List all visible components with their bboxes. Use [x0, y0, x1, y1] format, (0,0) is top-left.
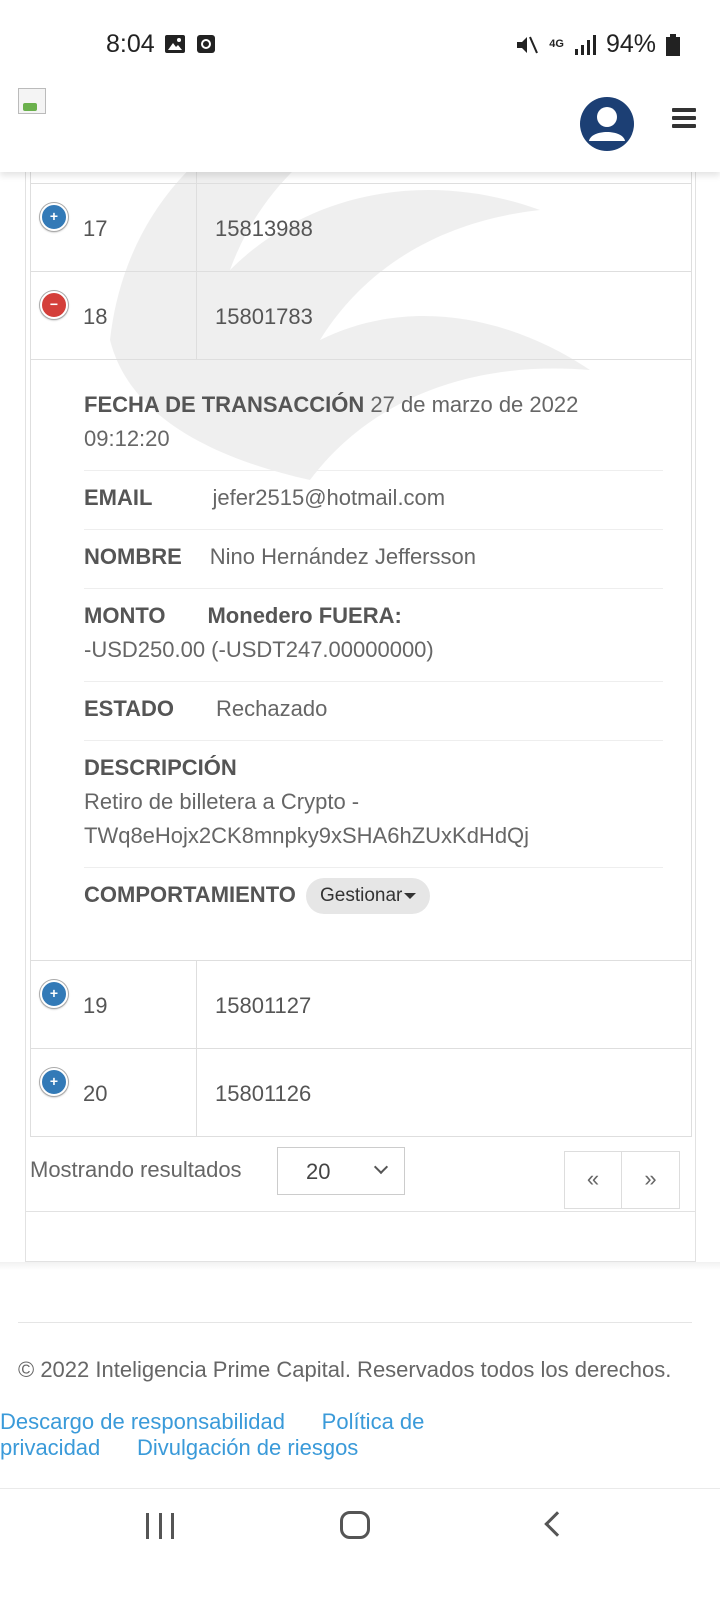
row-number: 18 — [83, 304, 108, 329]
card-divider — [26, 1211, 695, 1212]
page-size-select[interactable]: 20 — [277, 1147, 405, 1195]
transaction-id: 15801126 — [215, 1081, 312, 1106]
detail-monto: MONTO Monedero FUERA: -USD250.00 (-USDT24… — [84, 589, 663, 682]
transaction-id: 15801783 — [215, 304, 313, 329]
email-value: jefer2515@hotmail.com — [212, 485, 446, 510]
nombre-value: Nino Hernández Jeffersson — [209, 544, 476, 569]
descripcion-value: Retiro de billetera a Crypto - TWq8eHojx… — [84, 789, 530, 848]
gallery-icon — [165, 35, 185, 53]
fecha-label: FECHA DE TRANSACCIÓN — [84, 392, 365, 417]
expand-icon[interactable]: + — [40, 980, 68, 1008]
row-number: 19 — [83, 993, 108, 1018]
battery-percent: 94% — [605, 30, 656, 58]
row-number: 17 — [83, 216, 108, 241]
nombre-label: NOMBRE — [84, 544, 182, 569]
back-icon[interactable] — [544, 1511, 570, 1537]
email-label: EMAIL — [84, 485, 153, 510]
home-icon[interactable] — [340, 1511, 370, 1539]
broken-image-icon[interactable] — [18, 88, 46, 114]
status-bar: 8:04 4G 94% — [0, 0, 720, 88]
screen-recorder-icon — [197, 35, 215, 53]
next-page-button[interactable]: » — [622, 1152, 679, 1208]
gestionar-label: Gestionar — [319, 885, 403, 907]
transaction-detail: FECHA DE TRANSACCIÓN 27 de marzo de 2022… — [30, 359, 692, 960]
signal-icon — [574, 34, 596, 55]
monto-value: -USD250.00 (-USDT247.00000000) — [84, 637, 434, 662]
estado-label: ESTADO — [84, 696, 175, 721]
transaction-id: 15813988 — [215, 216, 313, 241]
prev-page-button[interactable]: « — [565, 1152, 622, 1208]
expand-icon[interactable]: + — [40, 1068, 68, 1096]
chevron-down-icon — [373, 1159, 389, 1175]
detail-descripcion: DESCRIPCIÓN Retiro de billetera a Crypto… — [84, 741, 663, 868]
pager: « » — [564, 1151, 680, 1209]
table-row[interactable]: + 19 15801127 — [30, 960, 692, 1048]
mute-icon — [517, 36, 539, 53]
pagination-bar: Mostrando resultados 20 « » — [30, 1136, 692, 1226]
estado-value: Rechazado — [216, 696, 328, 721]
battery-icon — [666, 33, 680, 56]
footer-links: Descargo de responsabilidad Política de … — [0, 1409, 520, 1461]
table-row[interactable]: − 18 15801783 — [30, 271, 692, 359]
monto-label: MONTO — [84, 603, 166, 628]
recent-apps-icon[interactable] — [146, 1513, 174, 1539]
user-icon[interactable] — [580, 97, 634, 151]
disclaimer-link[interactable]: Descargo de responsabilidad — [0, 1409, 285, 1434]
detail-estado: ESTADO Rechazado — [84, 682, 663, 741]
status-time: 8:04 — [106, 30, 155, 58]
copyright-text: © 2022 Inteligencia Prime Capital. Reser… — [18, 1357, 672, 1382]
system-nav-bar — [0, 1488, 720, 1600]
showing-label: Mostrando resultados — [30, 1157, 242, 1182]
detail-comportamiento: COMPORTAMIENTO Gestionar — [84, 868, 663, 928]
gestionar-button[interactable]: Gestionar — [305, 878, 431, 915]
table-row-partial — [30, 171, 692, 183]
status-indicators: 4G 94% — [515, 30, 680, 59]
caret-down-icon — [404, 893, 417, 900]
table-row[interactable]: + 20 15801126 — [30, 1048, 692, 1136]
comportamiento-label: COMPORTAMIENTO — [84, 882, 296, 907]
transactions-table: + 17 15813988 − 18 15801783 FECHA DE TRA… — [30, 171, 692, 1226]
row-number: 20 — [83, 1081, 108, 1106]
network-type: 4G — [549, 38, 564, 50]
table-row[interactable]: + 17 15813988 — [30, 183, 692, 271]
transactions-card: + 17 15813988 − 18 15801783 FECHA DE TRA… — [25, 150, 696, 1262]
transaction-id: 15801127 — [215, 993, 312, 1018]
collapse-icon[interactable]: − — [40, 291, 68, 319]
risk-disclosure-link[interactable]: Divulgación de riesgos — [137, 1435, 358, 1460]
expand-icon[interactable]: + — [40, 203, 68, 231]
detail-fecha: FECHA DE TRANSACCIÓN 27 de marzo de 2022… — [84, 378, 663, 471]
descripcion-label: DESCRIPCIÓN — [84, 755, 237, 780]
monto-sub-label: Monedero FUERA: — [207, 603, 402, 628]
detail-nombre: NOMBRE Nino Hernández Jeffersson — [84, 530, 663, 589]
footer-separator — [0, 1262, 720, 1270]
page-size-value: 20 — [306, 1159, 331, 1184]
hamburger-icon[interactable] — [672, 108, 696, 128]
detail-email: EMAIL jefer2515@hotmail.com — [84, 471, 663, 530]
footer-divider — [18, 1322, 692, 1323]
